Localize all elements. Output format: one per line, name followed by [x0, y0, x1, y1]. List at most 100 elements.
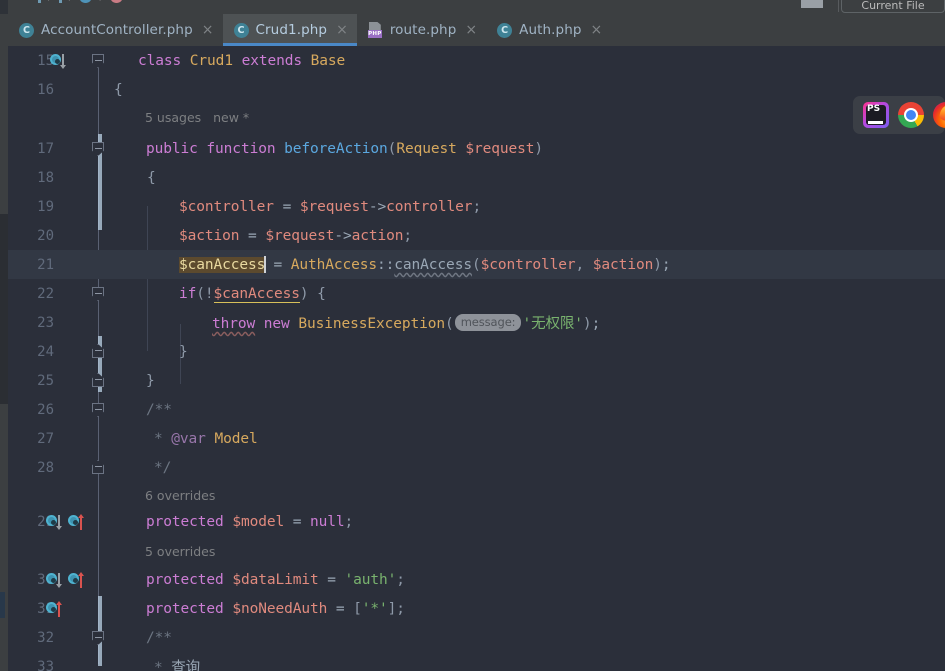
code-line-20[interactable]: 20 $action = $request->action;	[8, 221, 945, 250]
comment-star: *	[154, 430, 163, 447]
fold-handle-method[interactable]	[92, 142, 104, 156]
background-scrollbar-track[interactable]	[0, 14, 8, 671]
close-icon[interactable]: ×	[465, 23, 477, 37]
parameter-hint-message[interactable]: message:	[454, 314, 522, 331]
type-request: Request	[396, 140, 457, 157]
fold-handle-if[interactable]	[92, 287, 104, 301]
keyword-protected: protected	[146, 571, 224, 588]
tab-accountcontroller-php[interactable]: C AccountController.php ×	[8, 14, 223, 46]
chrome-icon[interactable]	[898, 102, 924, 128]
fold-handle-class[interactable]	[92, 54, 104, 68]
fold-handle-docblock[interactable]	[92, 403, 104, 417]
tab-crud1-php[interactable]: C Crud1.php ×	[222, 14, 357, 46]
php-badge-label: PHP	[367, 30, 382, 38]
property-controller: controller	[386, 198, 473, 215]
inlay-hint-usages[interactable]: 5 usages new *	[145, 110, 249, 125]
php-class-icon: C	[19, 22, 34, 38]
code-line-25[interactable]: 25 }	[8, 366, 945, 395]
fold-handle-method-end[interactable]	[92, 373, 104, 387]
line-number: 25	[37, 372, 54, 389]
code-line-28[interactable]: 28 */	[8, 453, 945, 482]
code-line-30[interactable]: 30 protected $dataLimit = 'auth';	[8, 565, 945, 594]
field-noneedauth: $noNeedAuth	[232, 600, 328, 617]
background-scrollbar-thumb[interactable]	[0, 214, 8, 404]
keyword-protected: protected	[146, 513, 224, 530]
comment-open: /**	[146, 401, 172, 418]
comment-text-chaxun: 查询	[171, 660, 201, 671]
keyword-extends: extends	[241, 52, 303, 69]
keyword-protected: protected	[146, 600, 224, 617]
tab-route-php[interactable]: PHP route.php ×	[357, 14, 486, 46]
code-line-19[interactable]: 19 $controller = $request->controller;	[8, 192, 945, 221]
variable-controller: $controller	[179, 198, 274, 215]
run-configuration-selector[interactable]: Current File	[841, 0, 945, 13]
firefox-icon[interactable]	[933, 102, 945, 128]
code-line-27[interactable]: 27 * @var Model	[8, 424, 945, 453]
string-noauth: '无权限'	[522, 316, 583, 332]
overriding-marker-icon[interactable]	[68, 514, 84, 530]
inlay-hint-row-usages: 5 usages new *	[8, 104, 945, 130]
breadcrumb-separator-3: /	[99, 0, 103, 3]
overriding-marker-icon[interactable]	[46, 601, 62, 617]
fold-handle-docblock-end[interactable]	[92, 460, 104, 474]
code-editor[interactable]: 15 class Crud1 extends Base 16 { 5 usage…	[8, 46, 945, 671]
code-text: $action = $request->action;	[179, 227, 413, 244]
tab-auth-php[interactable]: C Auth.php ×	[486, 14, 611, 46]
breadcrumb-class-icon	[79, 0, 93, 3]
code-line-26[interactable]: 26 /**	[8, 395, 945, 424]
param-request: $request	[465, 140, 535, 157]
breadcrumb-separator: /	[48, 0, 52, 3]
background-window-strip	[0, 0, 8, 671]
breadcrumb-folder-icon	[38, 0, 41, 3]
code-line-31[interactable]: 31 protected $noNeedAuth = ['*'];	[8, 594, 945, 623]
code-text: if(!$canAccess) {	[179, 285, 326, 303]
code-line-17[interactable]: 17 public function beforeAction(Request …	[8, 134, 945, 163]
close-icon[interactable]: ×	[591, 23, 603, 37]
brace-close: }	[179, 343, 188, 360]
code-text: {	[114, 82, 123, 98]
line-number: 28	[37, 459, 54, 476]
code-line-24[interactable]: 24 }	[8, 337, 945, 366]
code-line-15[interactable]: 15 class Crud1 extends Base	[8, 46, 945, 75]
fold-handle-if-end[interactable]	[92, 344, 104, 358]
phpstorm-window: / / / Current File C AccountController.p…	[0, 0, 945, 671]
variable-request: $request	[299, 198, 369, 215]
code-line-23[interactable]: 23 throw new BusinessException(message: '…	[8, 308, 945, 337]
method-canaccess: canAccess	[394, 257, 472, 273]
tab-label: Auth.php	[519, 22, 582, 38]
inlay-hint-overrides[interactable]: 5 overrides	[145, 544, 215, 559]
code-text: class Crud1 extends Base	[138, 53, 345, 69]
overridden-marker-icon[interactable]	[50, 53, 66, 69]
fold-handle-docblock-2[interactable]	[92, 631, 104, 645]
code-text: $controller = $request->controller;	[179, 198, 482, 215]
class-name-base: Base	[310, 52, 346, 69]
code-text: }	[146, 373, 155, 389]
overridden-marker-icon[interactable]	[46, 514, 62, 530]
overridden-marker-icon[interactable]	[46, 572, 62, 588]
code-line-29[interactable]: 29 protected $model = null;	[8, 507, 945, 536]
code-line-21[interactable]: 21 $canAccess = AuthAccess::canAccess($c…	[8, 250, 945, 279]
minimize-button[interactable]	[801, 0, 823, 8]
code-text: $canAccess = AuthAccess::canAccess($cont…	[179, 256, 671, 273]
phpstorm-icon[interactable]: PS	[863, 102, 889, 128]
close-icon[interactable]: ×	[202, 23, 214, 37]
code-line-33[interactable]: 33 * 查询	[8, 652, 945, 671]
breadcrumb[interactable]: / / /	[38, 0, 124, 3]
doc-type-model: Model	[214, 430, 258, 447]
code-text: */	[154, 460, 171, 476]
code-text: public function beforeAction(Request $re…	[146, 140, 544, 157]
overriding-marker-icon[interactable]	[68, 572, 84, 588]
inlay-hint-overrides[interactable]: 6 overrides	[145, 488, 215, 503]
code-line-22[interactable]: 22 if(!$canAccess) {	[8, 279, 945, 308]
code-line-16[interactable]: 16 {	[8, 75, 945, 104]
code-line-32[interactable]: 32 /**	[8, 623, 945, 652]
line-number: 24	[37, 343, 54, 360]
line-number: 26	[37, 401, 54, 418]
variable-request: $request	[265, 227, 335, 244]
inlay-hint-row-overrides-5: 5 overrides	[8, 538, 945, 564]
line-number: 17	[37, 140, 54, 157]
breadcrumb-folder-icon-2	[58, 0, 62, 3]
breadcrumb-method-icon	[110, 0, 124, 3]
code-line-18[interactable]: 18 {	[8, 163, 945, 192]
close-icon[interactable]: ×	[336, 23, 348, 37]
